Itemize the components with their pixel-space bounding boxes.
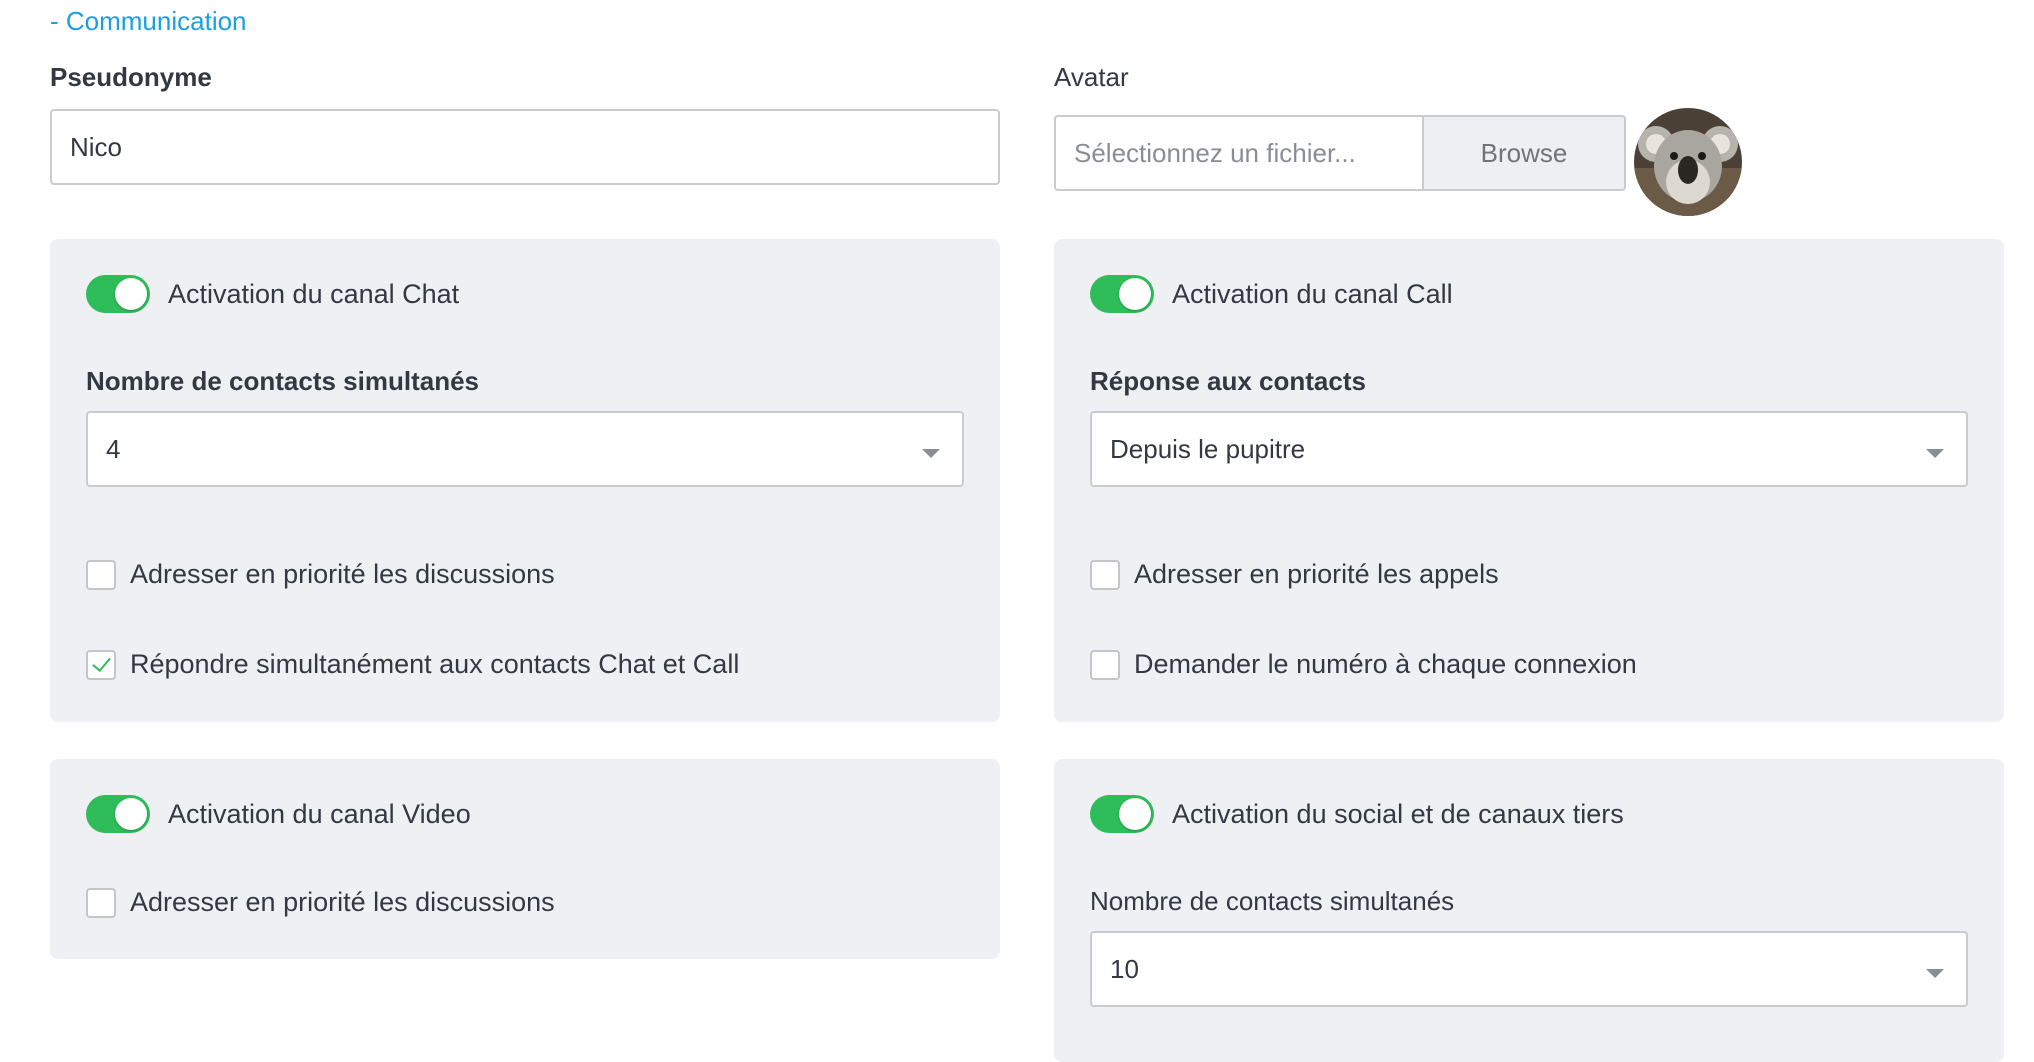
pseudonyme-input[interactable]: Nico: [50, 109, 1000, 185]
social-contacts-value: 10: [1110, 953, 1139, 984]
chat-priority-label: Adresser en priorité les discussions: [130, 559, 555, 589]
social-contacts-label: Nombre de contacts simultanés: [1090, 886, 1455, 916]
chat-toggle[interactable]: [86, 275, 150, 313]
call-response-select[interactable]: Depuis le pupitre: [1090, 411, 1968, 487]
pseudonyme-label: Pseudonyme: [50, 62, 212, 92]
chevron-down-icon: [922, 449, 940, 458]
call-toggle-label: Activation du canal Call: [1172, 278, 1453, 309]
call-ask-number-checkbox[interactable]: [1090, 649, 1120, 680]
call-ask-number-label: Demander le numéro à chaque connexion: [1134, 649, 1637, 679]
chat-simultaneous-checkbox[interactable]: [86, 649, 116, 680]
chat-priority-checkbox[interactable]: [86, 559, 116, 590]
call-response-value: Depuis le pupitre: [1110, 433, 1306, 464]
chat-contacts-value: 4: [106, 433, 121, 464]
chat-panel: Activation du canal Chat Nombre de conta…: [50, 239, 1000, 722]
call-priority-label: Adresser en priorité les appels: [1134, 559, 1499, 589]
video-priority-label: Adresser en priorité les discussions: [130, 887, 555, 917]
avatar-file-input[interactable]: Sélectionnez un fichier... Browse: [1054, 115, 1626, 191]
avatar-label: Avatar: [1054, 62, 1129, 92]
call-panel: Activation du canal Call Réponse aux con…: [1054, 239, 2004, 722]
social-toggle[interactable]: [1090, 795, 1154, 833]
pseudonyme-value: Nico: [70, 131, 123, 162]
communication-section-link[interactable]: - Communication: [50, 6, 247, 37]
social-panel: Activation du social et de canaux tiers …: [1054, 759, 2004, 1062]
video-toggle[interactable]: [86, 795, 150, 833]
check-icon: [92, 652, 111, 673]
chevron-down-icon: [1926, 449, 1944, 458]
chevron-down-icon: [1926, 969, 1944, 978]
call-toggle[interactable]: [1090, 275, 1154, 313]
video-priority-checkbox[interactable]: [86, 887, 116, 918]
social-contacts-select[interactable]: 10: [1090, 931, 1968, 1007]
video-panel: Activation du canal Video Adresser en pr…: [50, 759, 1000, 959]
file-placeholder[interactable]: Sélectionnez un fichier...: [1056, 117, 1422, 189]
chat-contacts-select[interactable]: 4: [86, 411, 964, 487]
avatar-image: [1634, 108, 1742, 216]
chat-simultaneous-label: Répondre simultanément aux contacts Chat…: [130, 649, 740, 679]
call-response-label: Réponse aux contacts: [1090, 366, 1366, 396]
video-toggle-label: Activation du canal Video: [168, 798, 471, 829]
call-priority-checkbox[interactable]: [1090, 559, 1120, 590]
browse-button[interactable]: Browse: [1422, 117, 1624, 189]
chat-toggle-label: Activation du canal Chat: [168, 278, 460, 309]
social-toggle-label: Activation du social et de canaux tiers: [1172, 798, 1624, 829]
chat-contacts-label: Nombre de contacts simultanés: [86, 366, 479, 396]
